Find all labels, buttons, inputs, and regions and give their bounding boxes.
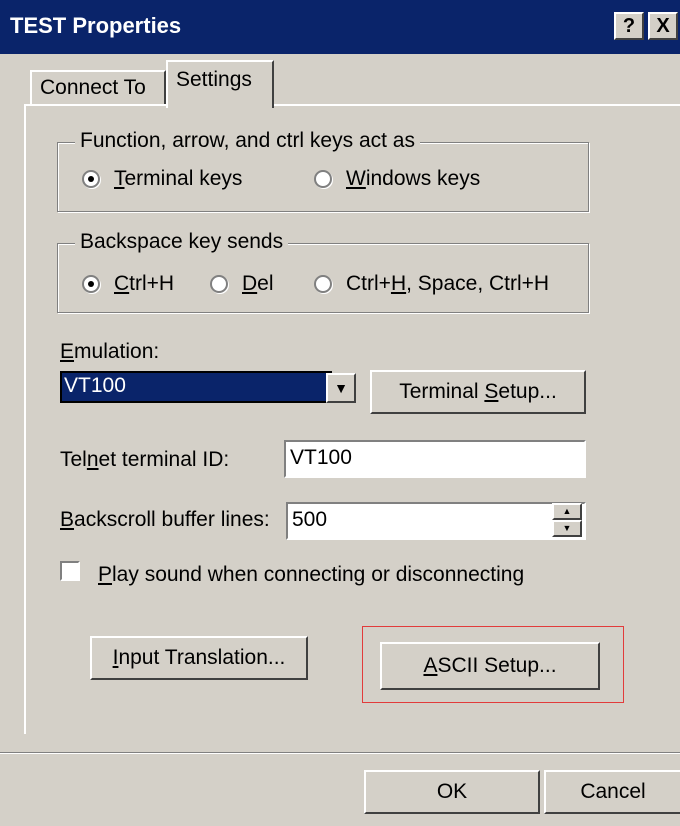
arrow-up-icon: ▲	[562, 506, 572, 516]
terminal-setup-button[interactable]: Terminal Setup...	[370, 370, 586, 414]
ascii-setup-button[interactable]: ASCII Setup...	[380, 642, 600, 690]
help-button[interactable]: ?	[614, 12, 644, 40]
terminal-keys-radio[interactable]: Terminal keys	[82, 166, 242, 192]
radio-indicator	[314, 275, 332, 293]
spin-down-button[interactable]: ▼	[552, 520, 582, 537]
radio-indicator	[314, 170, 332, 188]
radio-indicator	[82, 275, 100, 293]
footer-separator	[0, 752, 680, 754]
telnet-id-label: Telnet terminal ID:	[60, 448, 230, 471]
properties-dialog: TEST Properties ? X Connect To Settings …	[0, 0, 680, 826]
backscroll-input[interactable]: 500	[286, 502, 586, 540]
radio-label: Ctrl+H	[114, 272, 175, 295]
emulation-dropdown-arrow[interactable]: ▼	[326, 373, 356, 403]
radio-label: Windows keys	[346, 167, 481, 190]
backscroll-spinner[interactable]: ▲ ▼	[552, 503, 582, 539]
function-keys-legend: Function, arrow, and ctrl keys act as	[75, 129, 420, 153]
backspace-ctrl-h-radio[interactable]: Ctrl+H	[82, 271, 174, 297]
radio-indicator	[82, 170, 100, 188]
radio-indicator	[210, 275, 228, 293]
radio-label: Ctrl+H, Space, Ctrl+H	[346, 272, 550, 295]
windows-keys-radio[interactable]: Windows keys	[314, 166, 480, 192]
chevron-down-icon: ▼	[334, 380, 348, 396]
backscroll-label: Backscroll buffer lines:	[60, 508, 270, 531]
radio-label: Terminal keys	[114, 167, 243, 190]
backspace-legend: Backspace key sends	[75, 230, 289, 254]
tab-connect-to[interactable]: Connect To	[30, 70, 166, 106]
radio-label: Del	[242, 272, 274, 295]
backspace-del-radio[interactable]: Del	[210, 271, 274, 297]
emulation-select[interactable]: VT100	[60, 371, 332, 403]
spin-up-button[interactable]: ▲	[552, 503, 582, 520]
cancel-button[interactable]: Cancel	[544, 770, 680, 814]
play-sound-checkbox[interactable]	[60, 561, 80, 581]
telnet-id-input[interactable]: VT100	[284, 440, 586, 478]
emulation-label: Emulation:	[60, 340, 160, 363]
ok-button[interactable]: OK	[364, 770, 540, 814]
backspace-ctrl-h-space-radio[interactable]: Ctrl+H, Space, Ctrl+H	[314, 271, 549, 297]
title-bar[interactable]: TEST Properties ? X	[0, 0, 680, 54]
play-sound-label: Play sound when connecting or disconnect…	[98, 563, 525, 586]
tab-settings[interactable]: Settings	[166, 60, 274, 108]
close-button[interactable]: X	[648, 12, 678, 40]
window-title: TEST Properties	[10, 13, 182, 38]
arrow-down-icon: ▼	[562, 523, 572, 533]
input-translation-button[interactable]: Input Translation...	[90, 636, 308, 680]
